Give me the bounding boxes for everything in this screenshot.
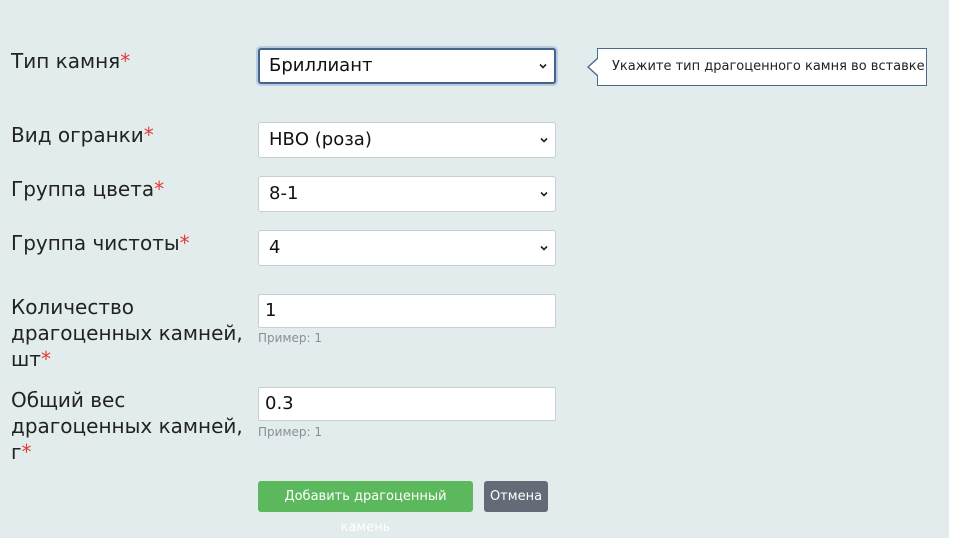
tooltip-text: Укажите тип драгоценного камня во вставк… — [612, 59, 925, 74]
color-group-value: 8-1 — [269, 183, 299, 204]
color-group-label: Группа цвета* — [11, 176, 246, 202]
color-group-select[interactable]: 8-1 — [258, 176, 556, 212]
chevron-down-icon — [540, 191, 548, 197]
cancel-button[interactable]: Отмена — [484, 481, 548, 512]
stone-type-select[interactable]: Бриллиант — [258, 48, 556, 84]
weight-input[interactable]: 0.3 — [258, 387, 556, 421]
quantity-input[interactable]: 1 — [258, 294, 556, 328]
clarity-group-label-text: Группа чистоты — [11, 231, 180, 255]
clarity-group-label: Группа чистоты* — [11, 230, 246, 256]
quantity-label-line: драгоценных камней, — [11, 321, 243, 345]
required-mark: * — [40, 347, 51, 371]
cut-select[interactable]: НВО (роза) — [258, 122, 556, 158]
stone-type-label: Тип камня* — [11, 48, 246, 74]
weight-hint: Пример: 1 — [258, 425, 322, 439]
stone-type-label-text: Тип камня — [11, 49, 121, 73]
quantity-label: Количество драгоценных камней, шт* — [11, 294, 246, 372]
cut-label-text: Вид огранки — [11, 123, 144, 147]
weight-value: 0.3 — [265, 393, 294, 414]
quantity-hint: Пример: 1 — [258, 331, 322, 345]
weight-label-line: драгоценных камней, — [11, 414, 243, 438]
add-stone-button[interactable]: Добавить драгоценный камень — [258, 481, 473, 535]
required-mark: * — [21, 440, 32, 464]
chevron-down-icon — [539, 63, 547, 69]
cut-value: НВО (роза) — [269, 129, 372, 150]
quantity-label-line: Количество — [11, 295, 135, 319]
quantity-label-line: шт — [11, 347, 41, 371]
required-mark: * — [179, 231, 190, 255]
cut-label: Вид огранки* — [11, 122, 246, 148]
color-group-label-text: Группа цвета — [11, 177, 155, 201]
weight-label-line: г — [11, 440, 22, 464]
weight-label: Общий вес драгоценных камней, г* — [11, 387, 246, 465]
stone-type-tooltip: Укажите тип драгоценного камня во вставк… — [587, 48, 927, 86]
required-mark: * — [154, 177, 165, 201]
chevron-down-icon — [540, 137, 548, 143]
clarity-group-select[interactable]: 4 — [258, 230, 556, 266]
stone-type-value: Бриллиант — [269, 55, 373, 76]
chevron-down-icon — [540, 245, 548, 251]
clarity-group-value: 4 — [269, 237, 281, 258]
weight-label-line: Общий вес — [11, 388, 126, 412]
quantity-value: 1 — [265, 300, 277, 321]
required-mark: * — [143, 123, 154, 147]
required-mark: * — [120, 49, 131, 73]
form-panel: Тип камня* Бриллиант Укажите тип драгоце… — [0, 0, 951, 540]
